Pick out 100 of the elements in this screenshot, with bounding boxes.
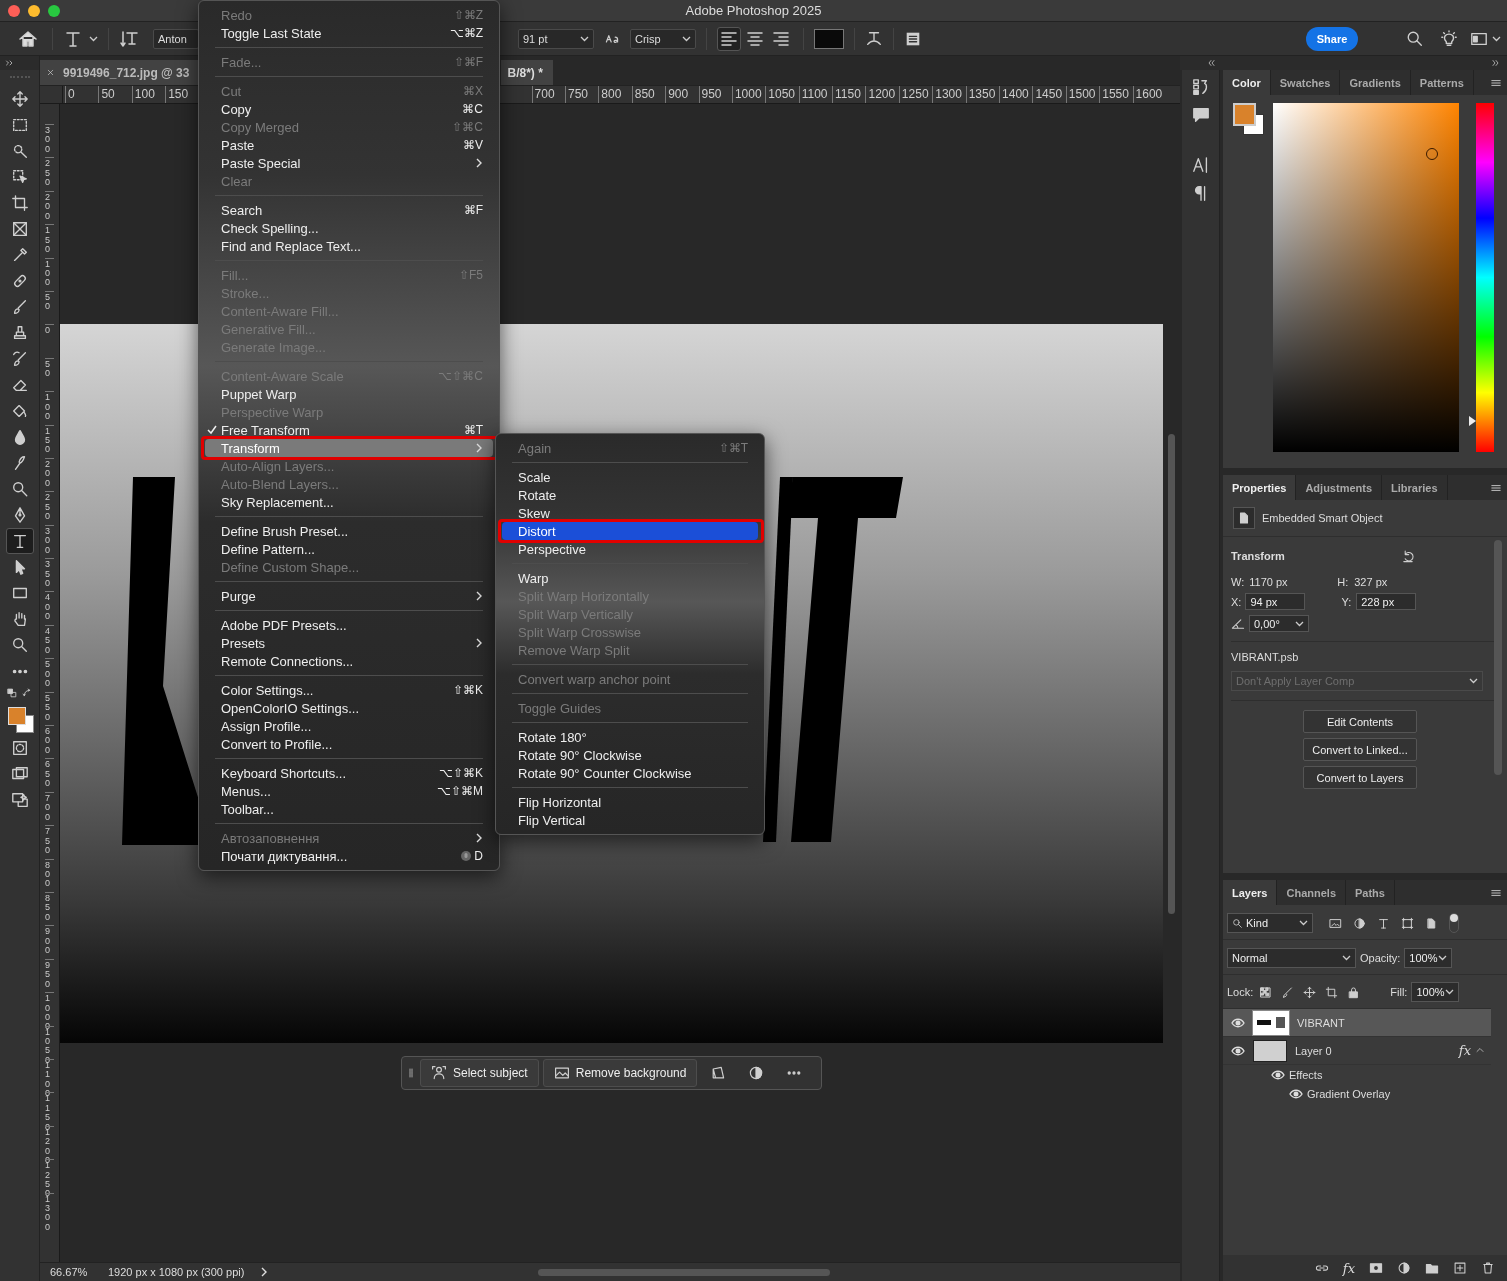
menu-item[interactable]: Purge (205, 587, 493, 605)
menu-item[interactable]: Define Brush Preset... (205, 522, 493, 540)
menu-item[interactable]: Copy ⌘C (205, 100, 493, 118)
menu-item[interactable]: Skew (502, 504, 758, 522)
move-icon[interactable] (1303, 985, 1317, 999)
zoom-button[interactable] (48, 4, 60, 17)
layer-row[interactable]: VIBRANT (1223, 1009, 1491, 1037)
opacity-input[interactable]: 100% (1404, 948, 1453, 968)
menu-item[interactable]: Rotate 90° Clockwise (502, 746, 758, 764)
color-swatches[interactable] (1233, 103, 1264, 135)
menu-item[interactable]: OpenColorIO Settings... (205, 699, 493, 717)
menu-item[interactable]: Rotate 90° Counter Clockwise (502, 764, 758, 782)
document-tab[interactable]: B/8*) * (501, 60, 553, 85)
panel-tab[interactable]: Color (1223, 70, 1271, 95)
lightbulb-icon[interactable] (1440, 29, 1458, 48)
eye-icon[interactable] (1289, 1088, 1303, 1099)
expand-icon[interactable] (5, 58, 15, 68)
angle-input[interactable]: 0,00° (1249, 615, 1309, 632)
image-filter-icon[interactable] (1329, 916, 1342, 930)
new-layer-icon[interactable] (1453, 1261, 1467, 1275)
menu-item[interactable]: Toggle Last State ⌥⌘Z (205, 24, 493, 42)
scrollbar-thumb[interactable] (1168, 434, 1175, 914)
checkerboard-icon[interactable] (1259, 985, 1273, 999)
collapse-icon[interactable] (1206, 58, 1216, 68)
layer-row[interactable]: Layer 0 fx (1223, 1037, 1491, 1065)
warp-text-icon[interactable] (865, 29, 883, 48)
smart-object-filter-icon[interactable] (1425, 916, 1438, 930)
menu-item[interactable]: Rotate (502, 486, 758, 504)
character-icon[interactable] (1191, 156, 1210, 174)
minimize-button[interactable] (28, 4, 40, 17)
half-circle-icon[interactable] (748, 1065, 765, 1081)
menu-item[interactable]: Warp (502, 569, 758, 587)
menu-item[interactable]: Free Transform ⌘T (205, 421, 493, 439)
share-button[interactable]: Share (1306, 26, 1358, 51)
menu-item[interactable]: Scale (502, 468, 758, 486)
eye-icon[interactable] (1271, 1069, 1285, 1080)
anti-alias-dropdown[interactable]: Crisp (630, 28, 696, 49)
adjustment-filter-icon[interactable] (1353, 916, 1366, 930)
folder-icon[interactable] (1425, 1261, 1439, 1275)
shape-filter-icon[interactable] (1401, 916, 1414, 930)
menu-item[interactable]: Check Spelling... (205, 219, 493, 237)
tool-button[interactable] (5, 528, 34, 554)
menu-item[interactable]: Flip Horizontal (502, 793, 758, 811)
panel-button[interactable]: Convert to Linked... (1303, 738, 1417, 761)
lock-icon[interactable] (1347, 985, 1361, 999)
mask-icon[interactable] (1369, 1261, 1383, 1275)
document-tab[interactable]: 9919496_712.jpg @ 33 (40, 60, 200, 85)
home-icon[interactable] (18, 28, 38, 49)
menu-item[interactable]: Assign Profile... (205, 717, 493, 735)
close-icon[interactable] (46, 67, 55, 77)
menu-item[interactable]: Search ⌘F (205, 201, 493, 219)
default-colors-icon[interactable] (6, 688, 18, 699)
add-style-button[interactable]: fx (1342, 1260, 1355, 1276)
menu-item[interactable]: Define Pattern... (205, 540, 493, 558)
panel-button[interactable]: Convert to Layers (1303, 766, 1417, 789)
brush-icon[interactable] (1281, 985, 1295, 999)
fill-input[interactable]: 100% (1411, 982, 1460, 1002)
x-input[interactable]: 94 px (1245, 593, 1306, 610)
font-family-dropdown[interactable]: Anton (153, 28, 199, 49)
swap-colors-icon[interactable] (21, 688, 33, 699)
type-filter-icon[interactable] (1377, 916, 1390, 930)
expand-icon[interactable] (1491, 58, 1501, 68)
menu-item[interactable]: Flip Vertical (502, 811, 758, 829)
text-color-swatch[interactable] (814, 28, 844, 49)
menu-item[interactable]: Puppet Warp (205, 385, 493, 403)
generative-icon[interactable] (10, 791, 29, 809)
more-icon[interactable] (786, 1071, 803, 1075)
reset-icon[interactable] (1401, 549, 1415, 563)
comment-icon[interactable] (1191, 106, 1210, 124)
panel-tab[interactable]: Properties (1223, 475, 1297, 500)
menu-item[interactable]: Convert to Profile... (205, 735, 493, 753)
menu-item[interactable]: Paste Special (205, 154, 493, 172)
effect-row[interactable]: Gradient Overlay (1223, 1084, 1491, 1103)
panel-tab[interactable]: Channels (1277, 880, 1346, 905)
artboard-icon[interactable] (1325, 985, 1339, 999)
blend-mode-dropdown[interactable]: Normal (1227, 948, 1356, 968)
menu-item[interactable]: Remote Connections... (205, 652, 493, 670)
menu-item[interactable]: Toolbar... (205, 800, 493, 818)
panel-tab[interactable]: Patterns (1410, 70, 1474, 95)
color-swatches[interactable] (5, 705, 34, 733)
filter-kind-dropdown[interactable]: Kind (1227, 913, 1313, 933)
eye-icon[interactable] (1231, 1017, 1245, 1028)
panel-tab[interactable]: Libraries (1382, 475, 1448, 500)
menu-item[interactable]: Adobe PDF Presets... (205, 616, 493, 634)
y-input[interactable]: 228 px (1356, 593, 1417, 610)
task-button[interactable]: Select subject (420, 1059, 539, 1087)
hue-slider[interactable] (1469, 103, 1494, 452)
history-icon[interactable] (1191, 78, 1210, 96)
scrollbar-thumb[interactable] (538, 1268, 831, 1276)
panel-tab[interactable]: Adjustments (1296, 475, 1383, 500)
adjustment-icon[interactable] (1397, 1261, 1411, 1275)
menu-item[interactable]: Presets (205, 634, 493, 652)
menu-item[interactable]: Color Settings... ⇧⌘K (205, 681, 493, 699)
task-button[interactable]: Remove background (542, 1059, 698, 1087)
close-button[interactable] (8, 4, 20, 17)
menu-item[interactable]: Find and Replace Text... (205, 237, 493, 255)
panel-button[interactable]: Edit Contents (1303, 710, 1417, 733)
trash-icon[interactable] (1481, 1261, 1495, 1275)
color-field[interactable] (1273, 103, 1459, 452)
hue-slider-handle[interactable] (1469, 415, 1476, 426)
